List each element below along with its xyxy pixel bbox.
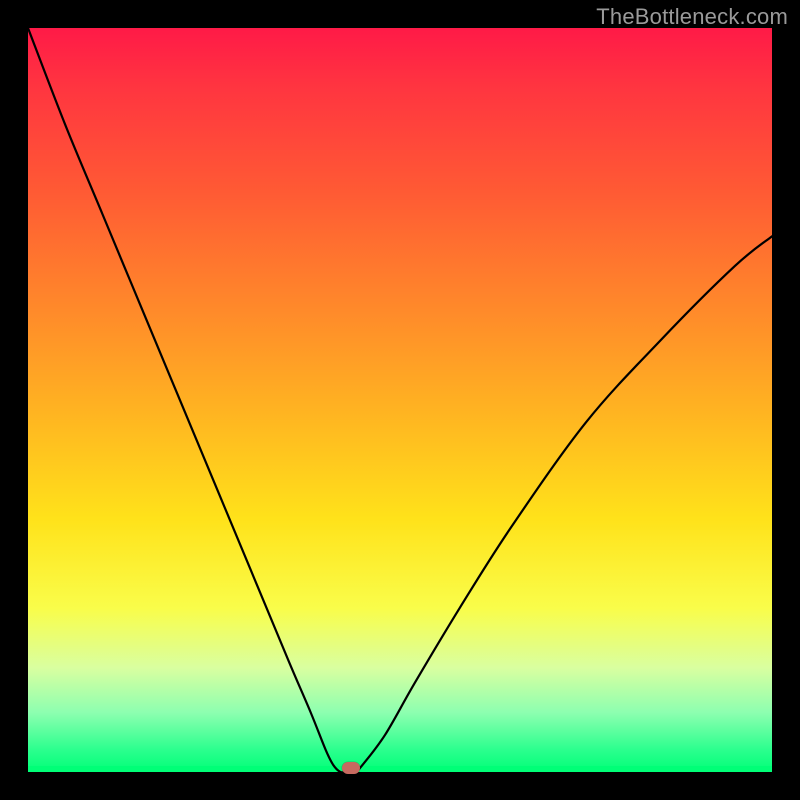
bottleneck-curve xyxy=(28,28,772,772)
plot-area xyxy=(28,28,772,772)
outer-frame: TheBottleneck.com xyxy=(0,0,800,800)
optimum-marker xyxy=(342,762,360,774)
watermark-text: TheBottleneck.com xyxy=(596,4,788,30)
